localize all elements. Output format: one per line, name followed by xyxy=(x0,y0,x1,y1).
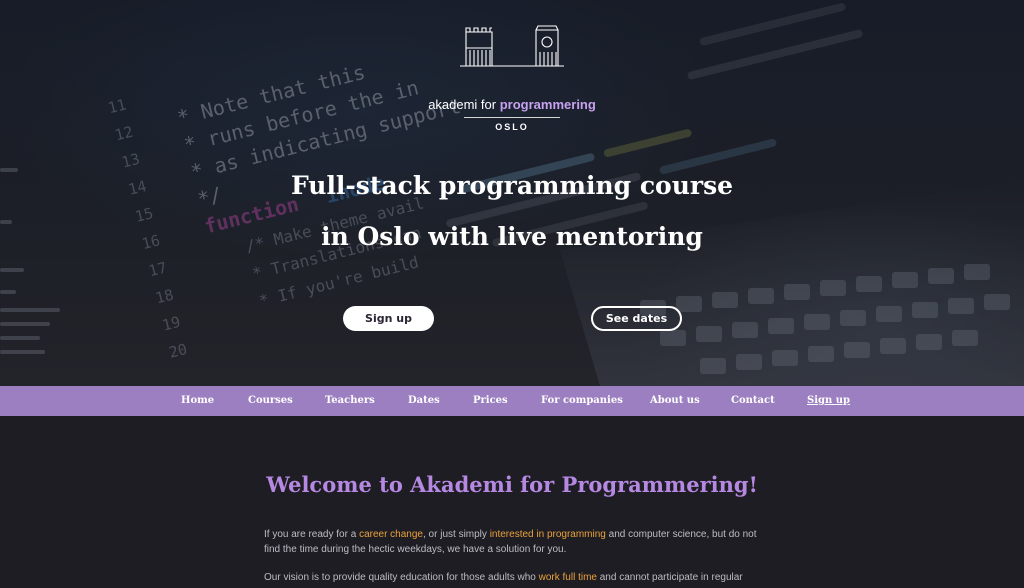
intro-text: If you are ready for a xyxy=(264,529,360,540)
logo-divider xyxy=(464,117,560,118)
work-full-time-link[interactable]: work full time xyxy=(539,572,597,583)
main-content: Welcome to Akademi for Programmering! If… xyxy=(0,416,1024,588)
hero-section: 11 12 13 14 15 16 17 18 19 20 * Note tha… xyxy=(0,0,1024,386)
nav-item-about-us[interactable]: About us xyxy=(650,386,700,416)
nav-item-sign-up[interactable]: Sign up xyxy=(807,386,850,416)
main-nav: Home Courses Teachers Dates Prices For c… xyxy=(0,386,1024,416)
nav-item-courses[interactable]: Courses xyxy=(248,386,293,416)
hero-title-line-2: in Oslo with live mentoring xyxy=(321,222,703,251)
intro-paragraph: If you are ready for a career change, or… xyxy=(264,528,764,557)
intro-text: , or just simply xyxy=(423,529,490,540)
logo-wordmark: akademi for programmering xyxy=(420,97,604,112)
logo-name-bold: programmering xyxy=(499,97,596,112)
vision-paragraph: Our vision is to provide quality educati… xyxy=(264,571,764,586)
vision-text: Our vision is to provide quality educati… xyxy=(264,572,539,583)
nav-item-for-companies[interactable]: For companies xyxy=(541,386,623,416)
hero-title: Full-stack programming course in Oslo wi… xyxy=(0,160,1024,262)
nav-item-prices[interactable]: Prices xyxy=(473,386,508,416)
interested-in-programming-link[interactable]: interested in programming xyxy=(490,529,606,540)
nav-item-contact[interactable]: Contact xyxy=(731,386,775,416)
hero-signup-button[interactable]: Sign up xyxy=(343,306,434,331)
building-skyline-icon xyxy=(460,25,564,67)
hero-see-dates-button[interactable]: See dates xyxy=(591,306,682,331)
vision-text: and cannot participate in regular xyxy=(596,572,743,583)
nav-item-dates[interactable]: Dates xyxy=(408,386,440,416)
welcome-heading: Welcome to Akademi for Programmering! xyxy=(266,472,758,497)
site-logo[interactable]: akademi for programmering OSLO xyxy=(420,22,604,132)
nav-item-teachers[interactable]: Teachers xyxy=(325,386,375,416)
logo-name-prefix: akademi for xyxy=(428,97,500,112)
nav-item-home[interactable]: Home xyxy=(181,386,214,416)
career-change-link[interactable]: career change xyxy=(359,529,423,540)
hero-title-line-1: Full-stack programming course xyxy=(290,171,734,200)
logo-city: OSLO xyxy=(495,122,529,132)
